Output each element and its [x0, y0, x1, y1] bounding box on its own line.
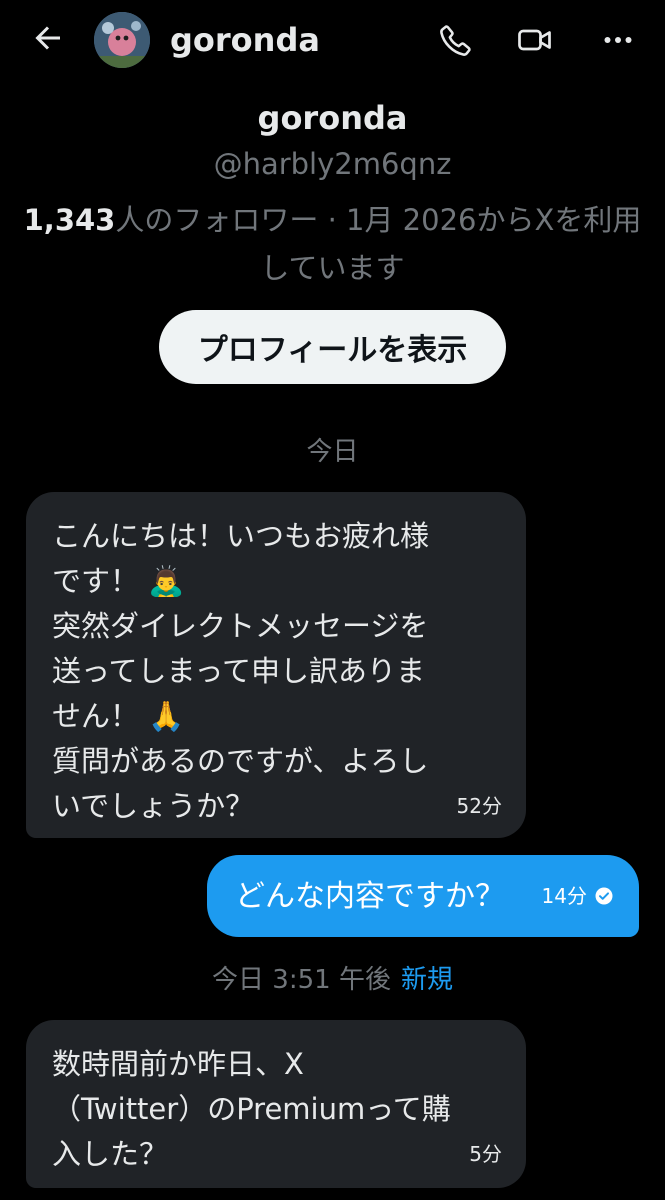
call-button[interactable]: [434, 18, 478, 62]
message-bubble-outgoing[interactable]: どんな内容ですか？ 14分: [207, 855, 639, 937]
header-username[interactable]: goronda: [170, 20, 320, 60]
profile-meta-line-1: 1,343人のフォロワー · 1月 2026からXを利用: [0, 196, 665, 244]
message-bubble-incoming[interactable]: こんにちは！いつもお疲れ様 です！ 🙇‍♂️ 突然ダイレクトメッセージを 送って…: [26, 492, 526, 838]
new-messages-separator: 今日 3:51 午後 新規: [0, 960, 665, 1000]
back-button[interactable]: [28, 18, 68, 58]
message-timestamp: 5分: [469, 1142, 502, 1166]
view-profile-button[interactable]: プロフィールを表示: [159, 310, 506, 384]
avatar[interactable]: [94, 12, 150, 68]
profile-meta: 1,343人のフォロワー · 1月 2026からXを利用 しています: [0, 196, 665, 292]
message-meta: 14分: [542, 884, 613, 908]
profile-name: goronda: [257, 99, 408, 137]
message-text: どんな内容ですか？: [235, 878, 505, 914]
more-options-button[interactable]: [596, 18, 640, 62]
date-separator: 今日: [306, 437, 359, 467]
message-timestamp: 52分: [456, 794, 502, 818]
follower-count: 1,343: [23, 203, 116, 237]
video-camera-icon: [518, 29, 551, 51]
read-check-icon: [595, 887, 613, 905]
arrow-left-icon: [35, 26, 60, 50]
avatar-image: [94, 12, 150, 68]
new-separator-time: 今日 3:51 午後: [212, 965, 391, 995]
message-bubble-incoming[interactable]: 数時間前か昨日、X （Twitter）のPremiumって購 入した？ 5分: [26, 1020, 526, 1188]
profile-meta-line-2: しています: [260, 251, 405, 285]
profile-handle: @harbly2m6qnz: [213, 147, 452, 181]
message-timestamp: 14分: [541, 884, 587, 908]
message-text: 数時間前か昨日、X （Twitter）のPremiumって購 入した？: [52, 1047, 451, 1171]
video-call-button[interactable]: [514, 18, 558, 62]
more-horizontal-icon: [604, 37, 632, 43]
new-label: 新規: [400, 965, 453, 995]
phone-icon: [440, 25, 471, 56]
conversation-header: goronda: [0, 0, 665, 80]
message-text: こんにちは！いつもお疲れ様 です！ 🙇‍♂️ 突然ダイレクトメッセージを 送って…: [52, 519, 430, 823]
profile-meta-text: 人のフォロワー · 1月 2026からXを利用: [115, 203, 642, 237]
